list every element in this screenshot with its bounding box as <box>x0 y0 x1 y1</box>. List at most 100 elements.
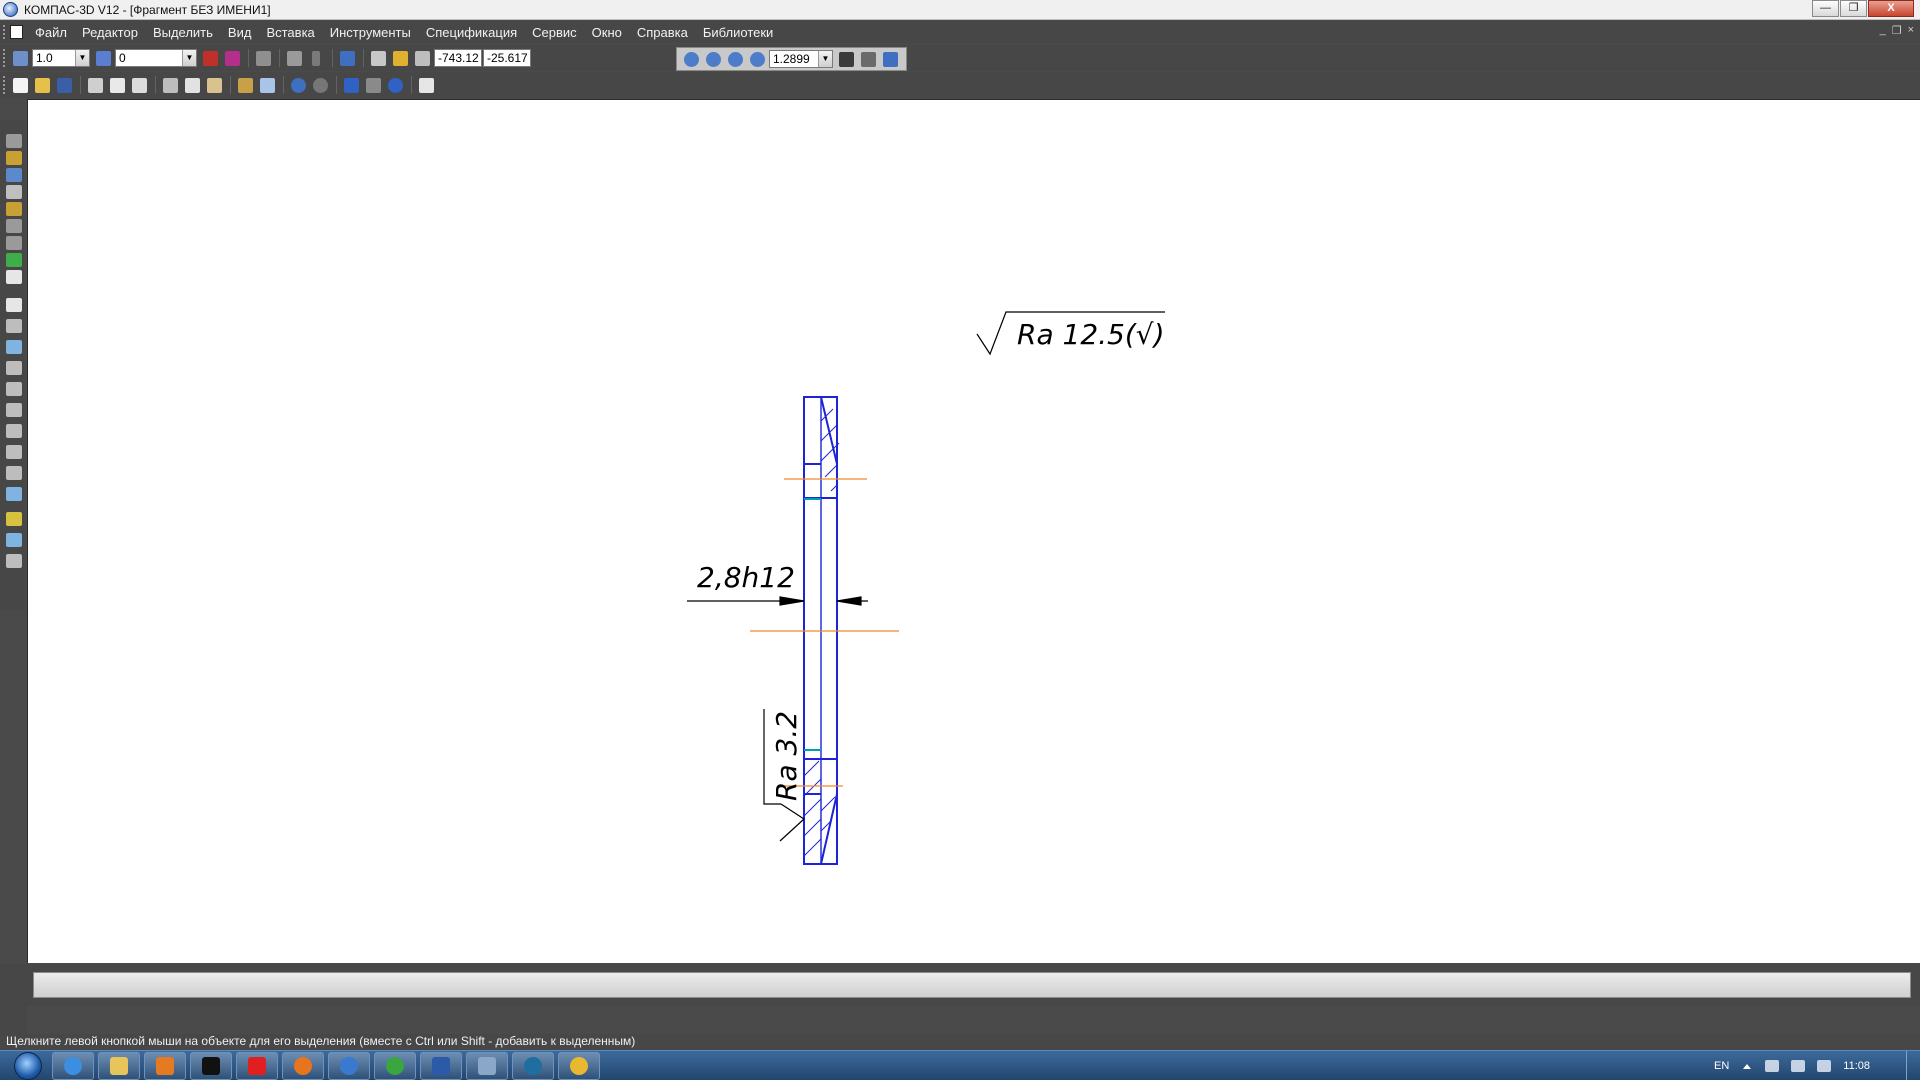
taskbar-app-icon[interactable] <box>190 1051 232 1080</box>
coordinates-icon[interactable] <box>412 48 432 68</box>
network-icon[interactable] <box>1791 1060 1806 1072</box>
menu-select[interactable]: Выделить <box>153 25 213 40</box>
text-icon[interactable] <box>6 298 22 312</box>
show-all-icon[interactable] <box>858 49 878 69</box>
pan-icon[interactable] <box>836 49 856 69</box>
chevron-down-icon[interactable]: ▼ <box>182 50 196 66</box>
tolerance-icon[interactable] <box>6 424 22 438</box>
roughness-icon[interactable] <box>6 340 22 354</box>
layer-combo[interactable]: 0 ▼ <box>115 49 197 67</box>
dimension-thickness[interactable]: 2,8h12 <box>687 561 868 606</box>
grid-icon[interactable] <box>284 48 304 68</box>
list-icon[interactable] <box>257 75 277 95</box>
variables-icon[interactable] <box>385 75 405 95</box>
help-pointer-icon[interactable] <box>416 75 436 95</box>
taskbar-media-player-icon[interactable] <box>144 1051 186 1080</box>
dimensions-icon[interactable] <box>6 151 22 165</box>
copy-icon[interactable] <box>182 75 202 95</box>
flag-icon[interactable] <box>1765 1060 1780 1072</box>
taskbar-explorer-icon[interactable] <box>98 1051 140 1080</box>
start-button[interactable] <box>8 1051 48 1080</box>
spec-icon[interactable] <box>6 253 22 267</box>
menu-edit[interactable]: Редактор <box>82 25 138 40</box>
cursor-snap-icon[interactable] <box>390 48 410 68</box>
language-indicator[interactable]: EN <box>1714 1060 1729 1072</box>
view-arrow-icon[interactable] <box>6 466 22 480</box>
doc-close-button[interactable]: × <box>1908 24 1914 37</box>
menu-insert[interactable]: Вставка <box>266 25 314 40</box>
designations-icon[interactable] <box>6 168 22 182</box>
volume-icon[interactable] <box>1817 1060 1832 1072</box>
step-icon[interactable] <box>10 48 30 68</box>
taskbar-colored-app-icon[interactable] <box>558 1051 600 1080</box>
clock[interactable]: 11:08 <box>1843 1060 1870 1072</box>
local-cs-icon[interactable] <box>253 48 273 68</box>
menu-service[interactable]: Сервис <box>532 25 577 40</box>
reports-icon[interactable] <box>6 270 22 284</box>
base-icon[interactable] <box>6 361 22 375</box>
print-icon[interactable] <box>85 75 105 95</box>
menu-window[interactable]: Окно <box>592 25 622 40</box>
taskbar-kompas-icon[interactable] <box>328 1051 370 1080</box>
zoom-combo[interactable]: 1.2899 ▼ <box>769 50 833 68</box>
coord-x-field[interactable]: -743.12 <box>434 49 482 67</box>
magnet-icon[interactable] <box>200 48 220 68</box>
minimize-button[interactable]: — <box>1812 0 1839 17</box>
table-icon[interactable] <box>6 319 22 333</box>
taskbar-green-app-icon[interactable] <box>374 1051 416 1080</box>
new-document-icon[interactable] <box>10 75 30 95</box>
leader-icon[interactable] <box>6 382 22 396</box>
manager-icon[interactable] <box>341 75 361 95</box>
cut-line-icon[interactable] <box>6 445 22 459</box>
measure-icon[interactable] <box>6 219 22 233</box>
taskbar-yandex-icon[interactable] <box>236 1051 278 1080</box>
selection-icon[interactable] <box>6 236 22 250</box>
page-setup-icon[interactable] <box>129 75 149 95</box>
taskbar-screen-icon[interactable] <box>466 1051 508 1080</box>
close-button[interactable]: X <box>1868 0 1914 17</box>
break-icon[interactable] <box>6 554 22 568</box>
show-hidden-icons-icon[interactable] <box>1743 1063 1752 1069</box>
ortho-icon[interactable] <box>337 48 357 68</box>
ortho-mode-icon[interactable] <box>368 48 388 68</box>
menu-file[interactable]: Файл <box>35 25 67 40</box>
menu-view[interactable]: Вид <box>228 25 252 40</box>
taskbar-word-icon[interactable] <box>420 1051 462 1080</box>
property-panel-field[interactable] <box>33 972 1911 998</box>
document-icon[interactable] <box>10 25 23 39</box>
center-icon[interactable] <box>6 533 22 547</box>
toolbar-grip[interactable] <box>3 76 7 94</box>
taskbar-firefox-icon[interactable] <box>282 1051 324 1080</box>
zoom-window-icon[interactable] <box>681 49 701 69</box>
roughness-sign-top[interactable]: Ra 12.5(√) <box>976 311 1165 356</box>
doc-minimize-button[interactable]: _ <box>1880 24 1886 37</box>
drawing-canvas[interactable]: Ra 12.5(√) 2,8h12 Ra 3.2 <box>27 99 1920 963</box>
roughness-sign-side[interactable]: Ra 3.2 <box>763 709 805 842</box>
menu-help[interactable]: Справка <box>637 25 688 40</box>
step-combo[interactable]: 1.0 ▼ <box>32 49 90 67</box>
refresh-icon[interactable] <box>880 49 900 69</box>
layer-icon[interactable] <box>93 48 113 68</box>
open-folder-icon[interactable] <box>32 75 52 95</box>
menu-specification[interactable]: Спецификация <box>426 25 517 40</box>
library-icon[interactable] <box>363 75 383 95</box>
lightning-icon[interactable] <box>6 512 22 526</box>
geometry-icon[interactable] <box>6 134 22 148</box>
show-desktop-button[interactable] <box>1906 1051 1920 1080</box>
zoom-scale-icon[interactable] <box>747 49 767 69</box>
properties-icon[interactable] <box>235 75 255 95</box>
print-preview-icon[interactable] <box>107 75 127 95</box>
cut-icon[interactable] <box>160 75 180 95</box>
coord-y-field[interactable]: -25.617 <box>483 49 531 67</box>
redo-icon[interactable] <box>310 75 330 95</box>
doc-restore-button[interactable]: ❐ <box>1892 24 1902 37</box>
chevron-down-icon[interactable]: ▼ <box>818 51 832 67</box>
kompas-app-icon[interactable] <box>3 2 18 17</box>
zoom-out-icon[interactable] <box>725 49 745 69</box>
chevron-down-icon[interactable]: ▼ <box>75 50 89 66</box>
snap-icon[interactable] <box>222 48 242 68</box>
save-icon[interactable] <box>54 75 74 95</box>
parametrization-icon[interactable] <box>6 202 22 216</box>
maximize-button[interactable]: ❐ <box>1840 0 1867 17</box>
paste-icon[interactable] <box>204 75 224 95</box>
